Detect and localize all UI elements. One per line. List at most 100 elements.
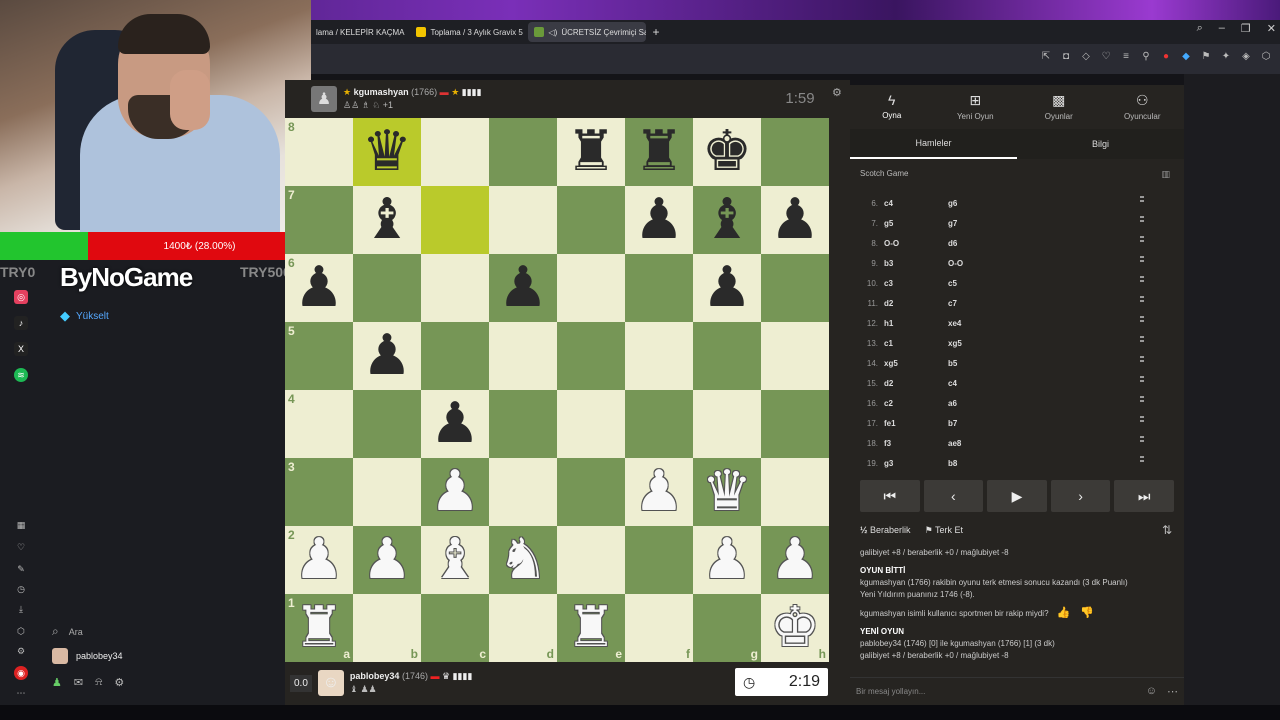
black-move[interactable]: c5: [948, 279, 1028, 288]
white-move[interactable]: d2: [884, 299, 948, 308]
square-c8[interactable]: [421, 118, 489, 186]
camera-icon[interactable]: ◘: [1060, 51, 1072, 62]
square-f1[interactable]: f: [625, 594, 693, 662]
black-move[interactable]: b5: [948, 359, 1028, 368]
black-move[interactable]: xg5: [948, 339, 1028, 348]
square-c4[interactable]: ♟: [421, 390, 489, 458]
share-icon[interactable]: ⇱: [1040, 51, 1052, 62]
tab-bilgi[interactable]: Bilgi: [1017, 129, 1184, 159]
black-pawn-icon[interactable]: ♟: [430, 396, 480, 452]
black-move[interactable]: g7: [948, 219, 1028, 228]
square-h7[interactable]: ♟: [761, 186, 829, 254]
top-player-name[interactable]: kgumashyan: [354, 87, 409, 97]
white-bishop-icon[interactable]: ♝: [430, 532, 480, 588]
square-f5[interactable]: [625, 322, 693, 390]
settings-icon[interactable]: ⚙: [14, 644, 28, 658]
white-move[interactable]: c3: [884, 279, 948, 288]
square-e6[interactable]: [557, 254, 625, 322]
square-a6[interactable]: 6 ♟: [285, 254, 353, 322]
ext-icon[interactable]: ⚑: [1200, 51, 1212, 62]
close-icon[interactable]: ✕: [1267, 22, 1276, 35]
square-e7[interactable]: [557, 186, 625, 254]
square-g3[interactable]: ♛: [693, 458, 761, 526]
black-move[interactable]: ae8: [948, 439, 1028, 448]
square-b4[interactable]: [353, 390, 421, 458]
tab-oyunlar[interactable]: ▩ Oyunlar: [1019, 92, 1099, 121]
white-pawn-icon[interactable]: ♟: [430, 464, 480, 520]
white-move[interactable]: xg5: [884, 359, 948, 368]
next-move-button[interactable]: ›: [1050, 480, 1111, 512]
white-move[interactable]: c4: [884, 199, 948, 208]
square-b5[interactable]: ♟: [353, 322, 421, 390]
white-move[interactable]: g3: [884, 459, 948, 468]
ext-icon[interactable]: ●: [1160, 51, 1172, 62]
minimize-icon[interactable]: –: [1219, 22, 1225, 35]
trash-icon[interactable]: ▥: [1161, 169, 1170, 180]
square-e3[interactable]: [557, 458, 625, 526]
bottom-player-name[interactable]: pablobey34: [350, 671, 400, 681]
square-c6[interactable]: [421, 254, 489, 322]
square-f2[interactable]: [625, 526, 693, 594]
more-icon[interactable]: ⋯: [14, 686, 28, 700]
tab-oyna[interactable]: ϟ Oyna: [852, 92, 932, 120]
square-e5[interactable]: [557, 322, 625, 390]
instagram-icon[interactable]: ◎: [14, 290, 28, 304]
square-h5[interactable]: [761, 322, 829, 390]
menu-icon[interactable]: ≡: [1120, 51, 1132, 62]
white-move[interactable]: c2: [884, 399, 948, 408]
square-a2[interactable]: 2 ♟: [285, 526, 353, 594]
black-rook-icon[interactable]: ♜: [566, 124, 616, 180]
black-pawn-icon[interactable]: ♟: [294, 260, 344, 316]
black-king-icon[interactable]: ♚: [702, 124, 752, 180]
first-move-button[interactable]: ⏮: [860, 480, 920, 512]
square-d6[interactable]: ♟: [489, 254, 557, 322]
square-g4[interactable]: [693, 390, 761, 458]
draw-button[interactable]: ½ Beraberlik: [860, 525, 911, 536]
ext-icon[interactable]: ◆: [1180, 51, 1192, 62]
black-bishop-icon[interactable]: ♝: [702, 192, 752, 248]
yukselt-link[interactable]: ◆ Yükselt: [60, 308, 109, 324]
white-move[interactable]: f3: [884, 439, 948, 448]
black-move[interactable]: c4: [948, 379, 1028, 388]
spotify-icon[interactable]: ≋: [14, 368, 28, 382]
white-pawn-icon[interactable]: ♟: [362, 532, 412, 588]
square-a3[interactable]: 3: [285, 458, 353, 526]
black-pawn-icon[interactable]: ♟: [362, 328, 412, 384]
square-d5[interactable]: [489, 322, 557, 390]
black-move[interactable]: d6: [948, 239, 1028, 248]
black-bishop-icon[interactable]: ♝: [362, 192, 412, 248]
heart-icon[interactable]: ♡: [14, 540, 28, 554]
flip-board-icon[interactable]: ⇅: [1162, 523, 1172, 537]
square-e1[interactable]: e ♜: [557, 594, 625, 662]
white-king-icon[interactable]: ♚: [770, 600, 820, 656]
square-a5[interactable]: 5: [285, 322, 353, 390]
black-pawn-icon[interactable]: ♟: [498, 260, 548, 316]
square-h4[interactable]: [761, 390, 829, 458]
edit-icon[interactable]: ✎: [14, 562, 28, 576]
square-g5[interactable]: [693, 322, 761, 390]
black-move[interactable]: b7: [948, 419, 1028, 428]
square-f3[interactable]: ♟: [625, 458, 693, 526]
x-icon[interactable]: X: [14, 342, 28, 356]
last-move-button[interactable]: ⏭: [1114, 480, 1174, 512]
square-e4[interactable]: [557, 390, 625, 458]
square-d7[interactable]: [489, 186, 557, 254]
square-f7[interactable]: ♟: [625, 186, 693, 254]
heart-icon[interactable]: ♡: [1100, 51, 1112, 62]
black-pawn-icon[interactable]: ♟: [702, 260, 752, 316]
square-d4[interactable]: [489, 390, 557, 458]
square-h1[interactable]: h ♚: [761, 594, 829, 662]
square-b3[interactable]: [353, 458, 421, 526]
square-a1[interactable]: 1 a ♜: [285, 594, 353, 662]
settings-icon[interactable]: ⚙: [832, 86, 842, 99]
user-item[interactable]: pablobey34: [52, 648, 123, 664]
tab-yeni-oyun[interactable]: ⊞ Yeni Oyun: [935, 92, 1015, 121]
black-rook-icon[interactable]: ♜: [634, 124, 684, 180]
cube-icon[interactable]: ⬡: [14, 624, 28, 638]
square-g2[interactable]: ♟: [693, 526, 761, 594]
white-pawn-icon[interactable]: ♟: [702, 532, 752, 588]
black-move[interactable]: g6: [948, 199, 1028, 208]
chat-input[interactable]: Bir mesaj yollayın... ☺ ⋯: [850, 677, 1184, 705]
square-h3[interactable]: [761, 458, 829, 526]
black-move[interactable]: O-O: [948, 259, 1028, 268]
